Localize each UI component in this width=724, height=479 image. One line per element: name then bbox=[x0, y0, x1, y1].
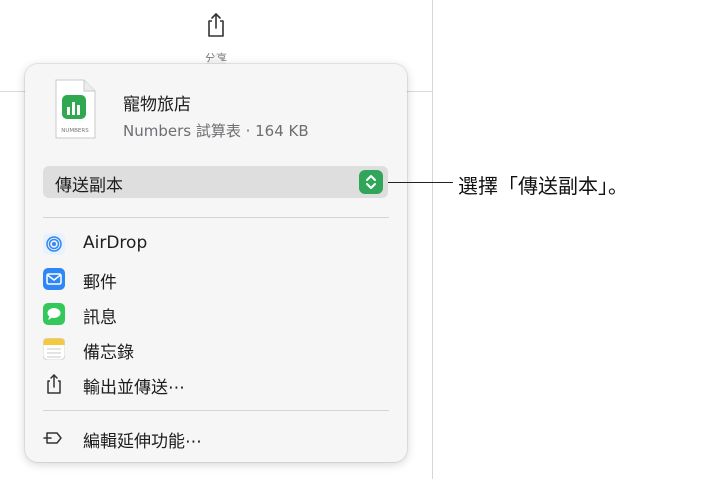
menu-item-label: 訊息 bbox=[83, 308, 117, 328]
mail-icon bbox=[43, 268, 65, 290]
share-popover: NUMBERS 寵物旅店 Numbers 試算表 · 164 KB 傳送副本 A… bbox=[25, 64, 407, 462]
messages-icon bbox=[43, 303, 65, 325]
menu-item-label: 備忘錄 bbox=[83, 343, 134, 363]
notes-icon bbox=[42, 337, 66, 361]
callout-text: 選擇「傳送副本」。 bbox=[458, 174, 628, 198]
menu-item-label: 輸出並傳送⋯ bbox=[83, 378, 185, 398]
menu-item-label: AirDrop bbox=[83, 233, 148, 253]
up-down-chevron-icon[interactable] bbox=[359, 170, 383, 194]
menu-item-export-and-send[interactable]: 輸出並傳送⋯ bbox=[43, 370, 389, 400]
screenshot-stage: 分享 NUMBERS 寵物旅店 Numbers 試算表 · 164 KB 傳送副… bbox=[0, 0, 724, 479]
send-mode-select[interactable]: 傳送副本 bbox=[43, 166, 388, 198]
numbers-file-icon: NUMBERS bbox=[53, 78, 97, 140]
export-share-icon bbox=[43, 373, 65, 395]
file-icon-caption: NUMBERS bbox=[61, 128, 89, 134]
separator bbox=[43, 217, 389, 218]
share-icon[interactable] bbox=[205, 12, 227, 38]
send-mode-selected: 傳送副本 bbox=[55, 176, 123, 196]
menu-item-label: 編輯延伸功能⋯ bbox=[83, 432, 202, 452]
menu-item-label: 郵件 bbox=[83, 273, 117, 293]
extensions-icon bbox=[43, 427, 65, 449]
menu-item-airdrop[interactable]: AirDrop bbox=[43, 230, 389, 260]
menu-item-messages[interactable]: 訊息 bbox=[43, 300, 389, 330]
menu-item-mail[interactable]: 郵件 bbox=[43, 265, 389, 295]
menu-item-edit-extensions[interactable]: 編輯延伸功能⋯ bbox=[43, 424, 389, 454]
callout-line bbox=[388, 182, 453, 183]
file-meta: Numbers 試算表 · 164 KB bbox=[123, 122, 309, 140]
menu-item-notes[interactable]: 備忘錄 bbox=[42, 335, 389, 365]
separator bbox=[43, 410, 389, 411]
airdrop-icon bbox=[43, 233, 65, 255]
file-name: 寵物旅店 bbox=[123, 95, 191, 115]
